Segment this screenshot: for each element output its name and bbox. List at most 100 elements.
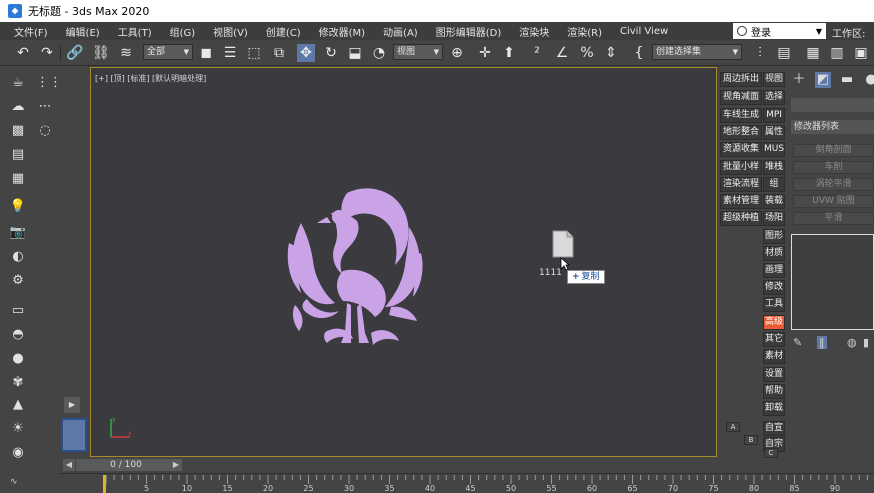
next-frame-icon[interactable]: ▶	[170, 459, 182, 471]
plugin-btn[interactable]: 组	[763, 177, 785, 192]
menu-views[interactable]: 视图(V)	[204, 24, 257, 39]
select-object-icon[interactable]: ◼	[197, 44, 215, 62]
menu-edit[interactable]: 编辑(E)	[57, 24, 109, 39]
workspace-label[interactable]: 工作区:	[832, 25, 865, 40]
mirror-icon[interactable]: ⫶	[751, 44, 769, 62]
window-crossing-icon[interactable]: ⧉	[270, 44, 288, 62]
frame-ruler[interactable]: 5 10 15 20 25 30 35 40 45 50 55 60 65 70 75 80 85 90	[104, 474, 874, 493]
layer-explorer-icon[interactable]: ▥	[828, 44, 846, 62]
plugin-btn-active[interactable]: 高级	[763, 315, 785, 330]
modifier-list-dropdown[interactable]: 修改器列表	[791, 120, 874, 134]
menu-modifiers[interactable]: 修改器(M)	[310, 24, 374, 39]
teapot-icon[interactable]: ☕	[9, 74, 27, 92]
modifier-btn[interactable]: 涡轮平滑	[793, 178, 874, 191]
menu-animation[interactable]: 动画(A)	[374, 24, 427, 39]
plugin-btn[interactable]: 周边拆出	[720, 72, 762, 87]
plugin-btn[interactable]: 材质	[763, 246, 785, 261]
menu-tools[interactable]: 工具(T)	[109, 24, 161, 39]
curve-editor-icon[interactable]: ▣	[852, 44, 870, 62]
pivot-center-icon[interactable]: ⊕	[448, 44, 466, 62]
menu-create[interactable]: 创建(C)	[257, 24, 310, 39]
expand-icon[interactable]: ▶	[64, 397, 80, 413]
redo-icon[interactable]: ↷	[38, 44, 56, 62]
move-icon[interactable]: ✥	[297, 44, 315, 62]
viewport-top[interactable]: [+] [顶] [标准] [默认明暗处理] 1111 + 复制 y x	[90, 67, 717, 457]
remove-modifier-icon[interactable]: ▮	[863, 336, 869, 349]
letter-b-button[interactable]: B	[744, 435, 758, 445]
keyboard-shortcut-icon[interactable]: ⬆	[500, 44, 518, 62]
plugin-btn[interactable]: 资源收集	[720, 142, 762, 157]
phoenix-image[interactable]	[287, 183, 424, 348]
select-manipulate-icon[interactable]: ✛	[476, 44, 494, 62]
bind-spacewarp-icon[interactable]: ≋	[117, 44, 135, 62]
spinner-snap-icon[interactable]: ⇕	[602, 44, 620, 62]
plugin-btn[interactable]: 画理	[763, 263, 785, 278]
rotate-icon[interactable]: ↻	[322, 44, 340, 62]
link-icon[interactable]: 🔗	[66, 44, 84, 62]
create-tab-icon[interactable]: ＋	[791, 72, 807, 88]
plugin-btn[interactable]: 批量小样	[720, 160, 762, 175]
named-selection-set-select[interactable]: 创建选择集 ▼	[652, 44, 742, 60]
hemisphere-icon[interactable]: ◓	[9, 326, 27, 344]
plugin-btn[interactable]: 选择	[763, 90, 785, 105]
render-frame-icon[interactable]: ▩	[9, 122, 27, 140]
cloud-icon[interactable]: ☁	[9, 98, 27, 116]
plugin-btn[interactable]: 属性	[763, 125, 785, 140]
rect-selection-icon[interactable]: ⬚	[245, 44, 263, 62]
undo-icon[interactable]: ↶	[14, 44, 32, 62]
speaker-icon[interactable]: ◐	[9, 248, 27, 266]
plugin-btn[interactable]: 超级种植	[720, 211, 762, 226]
letter-a-button[interactable]: A	[726, 422, 740, 432]
plugin-btn[interactable]: 堆栈	[763, 160, 785, 175]
plugin-btn[interactable]: MUS	[763, 142, 785, 157]
panel-icon[interactable]: ▤	[9, 146, 27, 164]
geosphere-icon[interactable]: ✾	[9, 374, 27, 392]
light-bulb-icon[interactable]: 💡	[9, 198, 27, 216]
login-dropdown[interactable]: 登录 ▼	[733, 23, 826, 39]
plugin-btn[interactable]: 素材	[763, 349, 785, 364]
film-reel-icon[interactable]: ⚙	[9, 272, 27, 290]
motion-tab-icon[interactable]: ●	[863, 72, 874, 88]
modifier-btn[interactable]: 倒角剖面	[793, 144, 874, 157]
time-slider-thumb[interactable]: 0 / 100	[76, 459, 176, 471]
curve-icon[interactable]: ∿	[10, 477, 18, 487]
plugin-btn[interactable]: 帮助	[763, 384, 785, 399]
align-icon[interactable]: ▤	[775, 44, 793, 62]
percent-snap-icon[interactable]: %	[578, 44, 596, 62]
pin-stack-icon[interactable]: ✎	[793, 336, 802, 349]
menu-render-block[interactable]: 渲染块	[510, 24, 558, 39]
plugin-btn[interactable]: 其它	[763, 332, 785, 347]
menu-civil-view[interactable]: Civil View	[611, 26, 677, 37]
plugin-btn[interactable]: 自宣	[763, 421, 785, 436]
file-icon[interactable]	[552, 230, 574, 258]
grid-dots-icon[interactable]: ⋮⋮	[36, 74, 62, 92]
table-icon[interactable]: ▦	[9, 170, 27, 188]
scene-explorer-icon[interactable]: ▦	[804, 44, 822, 62]
make-unique-icon[interactable]: ◍	[847, 336, 857, 349]
sequence-icon[interactable]: ⋯	[36, 98, 54, 116]
plugin-btn[interactable]: 修改	[763, 280, 785, 295]
scale-icon[interactable]: ⬓	[346, 44, 364, 62]
plugin-btn[interactable]: 渲染流程	[720, 177, 762, 192]
cone-icon[interactable]: ▲	[9, 396, 27, 414]
prev-frame-icon[interactable]: ◀	[63, 459, 75, 471]
track-bar[interactable]: 5 10 15 20 25 30 35 40 45 50 55 60 65 70 75 80 85 90	[60, 473, 874, 493]
plugin-btn[interactable]: 素材管理	[720, 194, 762, 209]
snaps-toggle-icon[interactable]: ²	[528, 44, 546, 62]
menu-file[interactable]: 文件(F)	[0, 24, 57, 39]
selection-filter-select[interactable]: 全部 ▼	[143, 44, 193, 60]
menu-group[interactable]: 组(G)	[161, 24, 205, 39]
plugin-btn[interactable]: 场阳	[763, 211, 785, 226]
unlink-icon[interactable]: ⛓	[92, 44, 110, 62]
modifier-btn[interactable]: 平滑	[793, 212, 874, 225]
time-slider[interactable]: ◀ 0 / 100 ▶	[60, 458, 720, 472]
letter-c-button[interactable]: C	[764, 448, 778, 458]
circle-dots-icon[interactable]: ◌	[36, 122, 54, 140]
sphere-icon[interactable]: ●	[9, 350, 27, 368]
hierarchy-tab-icon[interactable]: ▬	[839, 72, 855, 88]
edit-named-selection-icon[interactable]: {	[630, 44, 648, 62]
plugin-btn[interactable]: 装载	[763, 194, 785, 209]
modifier-btn[interactable]: 车削	[793, 161, 874, 174]
plane-icon[interactable]: ▭	[9, 302, 27, 320]
select-by-name-icon[interactable]: ☰	[221, 44, 239, 62]
